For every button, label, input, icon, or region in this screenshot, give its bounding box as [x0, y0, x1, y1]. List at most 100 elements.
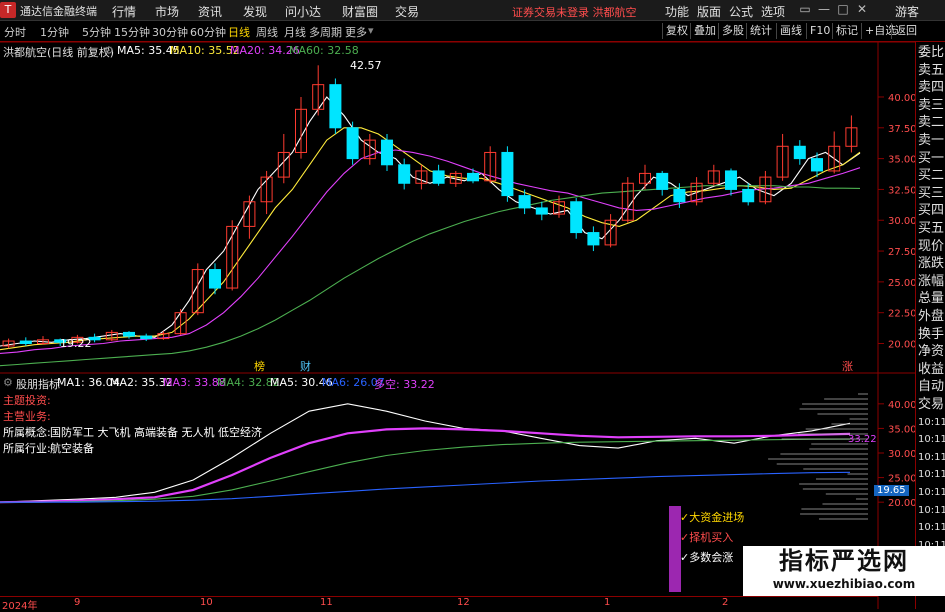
quote-panel-label[interactable]: 总量	[918, 290, 944, 307]
quote-panel-label[interactable]: 现价	[918, 238, 944, 255]
back-button[interactable]: 返回	[891, 23, 920, 39]
multi-stock-button[interactable]: 多股	[718, 23, 747, 39]
period-60min[interactable]: 60分钟	[190, 24, 226, 40]
restore-icon[interactable]: ▭	[797, 2, 813, 18]
minimize-icon[interactable]: —	[816, 2, 832, 18]
quote-panel-label[interactable]: 净资	[918, 343, 944, 360]
theme-investment-label: 主题投资:	[3, 394, 51, 407]
maximize-icon[interactable]: □	[835, 2, 851, 18]
period-month[interactable]: 月线	[284, 24, 306, 40]
candle-body	[122, 331, 136, 337]
ma-line-ma60	[0, 185, 861, 367]
login-notice[interactable]: 证券交易未登录 洪都航空	[512, 4, 637, 20]
period-week[interactable]: 周线	[256, 24, 278, 40]
menu-item-exchange[interactable]: 市场	[155, 3, 179, 20]
period-day[interactable]: 日线	[228, 24, 250, 40]
menu-item-options[interactable]: 选项	[761, 3, 785, 20]
sub-line-ma4	[0, 438, 851, 503]
watermark-url: www.xuezhibiao.com	[772, 577, 916, 591]
menu-item-trade[interactable]: 交易	[395, 3, 419, 20]
quote-panel-label[interactable]: 换手	[918, 326, 944, 343]
event-marker-finance[interactable]: 财	[300, 358, 311, 374]
candle-body	[587, 232, 600, 246]
y-tick-label: 22.50	[888, 309, 915, 320]
period-multi[interactable]: 多周期	[309, 24, 342, 40]
indicator-settings-icon[interactable]: ⚙	[3, 376, 13, 389]
quote-panel-label[interactable]: 买四	[918, 202, 944, 219]
more-chevron-icon[interactable]: ▾	[368, 24, 374, 37]
quote-panel-label[interactable]: 交易	[918, 396, 944, 413]
y-tick-label: 25.00	[888, 278, 915, 289]
concept-label: 所属概念:	[3, 426, 51, 439]
draw-button[interactable]: 画线	[776, 23, 805, 39]
period-5min[interactable]: 5分钟	[82, 24, 111, 40]
sub-longshort-label: 多空: 33.22	[374, 378, 435, 391]
candle-body	[535, 207, 548, 215]
y-tick-label: 35.00	[888, 155, 915, 166]
period-more[interactable]: 更多	[345, 24, 367, 40]
quote-panel-label[interactable]: 卖四	[918, 79, 944, 96]
menu-item-discover[interactable]: 发现	[243, 3, 267, 20]
period-1min[interactable]: 1分钟	[40, 24, 69, 40]
quote-panel-label[interactable]: 10:11	[918, 519, 945, 536]
menu-item-wealth[interactable]: 财富圈	[342, 3, 378, 20]
sub-y-tick-label: 20.00	[888, 498, 915, 509]
ma-line-ma10	[0, 127, 861, 351]
candle-body	[501, 151, 514, 197]
chart-area[interactable]: 40.00 37.50 35.00 32.50 30.00 27.50 25.00 22.50…	[0, 41, 937, 609]
candle-body	[570, 201, 583, 234]
quote-panel-label[interactable]: 卖二	[918, 114, 944, 131]
y-tick-label: 30.00	[888, 216, 915, 227]
industry-label: 所属行业:	[3, 442, 51, 455]
period-15min[interactable]: 15分钟	[114, 24, 150, 40]
high-label: 42.57	[350, 59, 382, 72]
quote-panel-label[interactable]: 买一	[918, 150, 944, 167]
sub-right-value: 33.22	[848, 434, 877, 445]
mark-button[interactable]: 标记	[832, 23, 861, 39]
close-icon[interactable]: ✕	[854, 2, 870, 18]
stats-button[interactable]: 统计	[746, 23, 775, 39]
quote-panel-label[interactable]: 涨跌	[918, 255, 944, 272]
period-tick[interactable]: 分时	[4, 24, 26, 40]
quote-panel-label[interactable]: 买二	[918, 167, 944, 184]
quote-panel-label[interactable]: 10:11	[918, 484, 945, 501]
candlestick-chart[interactable]: 40.00 37.50 35.00 32.50 30.00 27.50 25.00 22.50…	[0, 41, 917, 609]
user-label[interactable]: 游客	[895, 3, 919, 20]
menu-item-ask[interactable]: 问小达	[285, 3, 321, 20]
candle-body	[208, 269, 222, 289]
quote-panel-label[interactable]: 外盘	[918, 308, 944, 325]
quote-panel-label[interactable]: 买五	[918, 220, 944, 237]
menu-item-formula[interactable]: 公式	[729, 3, 753, 20]
quote-panel-label[interactable]: 10:11	[918, 431, 945, 448]
signal-list: ✓大资金进场 ✓择机买入 ✓多数会涨	[680, 508, 744, 568]
sub-y-tick-label: 30.00	[888, 449, 915, 460]
f10-button[interactable]: F10	[806, 23, 833, 39]
event-marker-rise[interactable]: 涨	[842, 358, 853, 374]
quote-panel-label[interactable]: 收益	[918, 361, 944, 378]
watermark: 指标严选网 www.xuezhibiao.com	[743, 546, 945, 596]
quote-panel-label[interactable]: 买三	[918, 185, 944, 202]
adjust-button[interactable]: 复权	[662, 23, 691, 39]
menu-bar: T 通达信金融终端 行情 市场 资讯 发现 问小达 财富圈 交易 证券交易未登录…	[0, 0, 945, 21]
candle-body	[673, 188, 686, 203]
menu-item-layout[interactable]: 版面	[697, 3, 721, 20]
quote-panel-label[interactable]: 10:11	[918, 502, 945, 519]
price-tag: 19.65	[874, 485, 909, 496]
quote-panel-label[interactable]: 10:11	[918, 414, 945, 431]
quote-panel-label[interactable]: 10:11	[918, 449, 945, 466]
quote-panel-label[interactable]: 10:11	[918, 466, 945, 483]
quote-panel-label[interactable]: 自动	[918, 378, 944, 395]
settings-icon[interactable]: ⚙	[104, 44, 114, 57]
quote-panel-label[interactable]: 卖五	[918, 62, 944, 79]
overlay-button[interactable]: 叠加	[690, 23, 719, 39]
quote-panel-label[interactable]: 委比	[918, 44, 944, 61]
period-30min[interactable]: 30分钟	[152, 24, 188, 40]
quote-panel-label[interactable]: 卖一	[918, 132, 944, 149]
menu-item-functions[interactable]: 功能	[665, 3, 689, 20]
quote-panel-label[interactable]: 涨幅	[918, 273, 944, 290]
menu-item-news[interactable]: 资讯	[198, 3, 222, 20]
candle-body	[19, 340, 32, 345]
menu-item-market[interactable]: 行情	[112, 3, 136, 20]
quote-panel-label[interactable]: 卖三	[918, 97, 944, 114]
event-marker-rank[interactable]: 榜	[254, 358, 265, 374]
